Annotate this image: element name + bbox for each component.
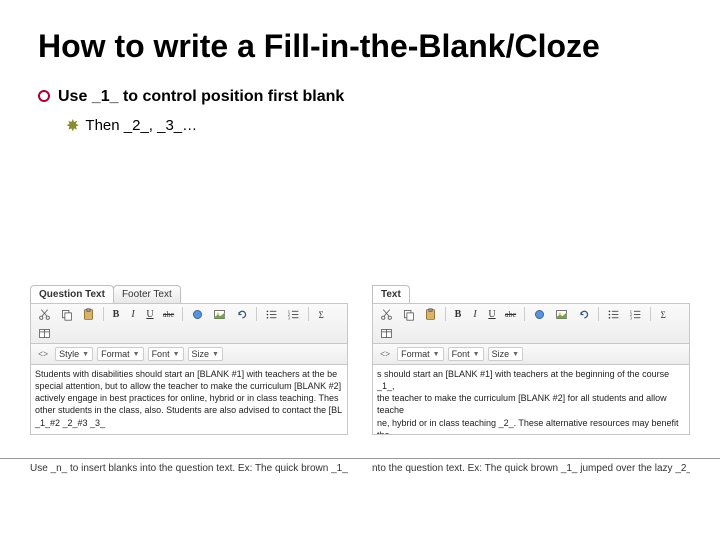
style-dropdown-label: Style — [59, 349, 79, 359]
toolbar-separator — [103, 307, 104, 321]
chevron-down-icon: ▼ — [473, 351, 480, 358]
image-icon[interactable] — [210, 306, 229, 322]
chevron-down-icon: ▼ — [82, 351, 89, 358]
copy-icon[interactable] — [57, 306, 76, 322]
chevron-down-icon: ▼ — [173, 351, 180, 358]
left-tabs: Question Text Footer Text — [30, 285, 348, 303]
bold-button[interactable]: B — [109, 306, 123, 322]
image-icon[interactable] — [552, 306, 571, 322]
size-dropdown-label: Size — [192, 349, 210, 359]
italic-button[interactable]: I — [468, 306, 482, 322]
editor-panels: Question Text Footer Text B I U abc 123 … — [0, 285, 720, 435]
left-toolbar: B I U abc 123 Σ — [30, 303, 348, 344]
cut-icon[interactable] — [377, 306, 396, 322]
underline-button[interactable]: U — [485, 306, 499, 322]
svg-text:Σ: Σ — [661, 309, 666, 319]
font-dropdown[interactable]: Font▼ — [448, 347, 484, 361]
bold-button[interactable]: B — [451, 306, 465, 322]
bullet-2-text: Then _2_, _3_… — [85, 117, 197, 134]
toolbar-separator — [182, 307, 183, 321]
left-editor-panel: Question Text Footer Text B I U abc 123 … — [30, 285, 348, 435]
bullet-list-icon[interactable] — [604, 306, 623, 322]
svg-text:3: 3 — [288, 315, 290, 320]
italic-button[interactable]: I — [126, 306, 140, 322]
chevron-down-icon: ▼ — [212, 351, 219, 358]
html-source-button[interactable]: <> — [377, 346, 393, 362]
tab-footer-text[interactable]: Footer Text — [113, 285, 181, 303]
bullet-list: Use _1_ to control position first blank … — [38, 87, 682, 135]
left-hint-text: Use _n_ to insert blanks into the questi… — [30, 459, 348, 474]
number-list-icon[interactable]: 123 — [284, 306, 303, 322]
star-bullet-icon: ✸ — [66, 119, 79, 135]
chevron-down-icon: ▼ — [433, 351, 440, 358]
format-dropdown-label: Format — [101, 349, 130, 359]
format-dropdown[interactable]: Format▼ — [397, 347, 443, 361]
equation-icon[interactable]: Σ — [314, 306, 333, 322]
number-list-icon[interactable]: 123 — [626, 306, 645, 322]
chevron-down-icon: ▼ — [133, 351, 140, 358]
svg-text:Σ: Σ — [319, 309, 324, 319]
bullet-list-icon[interactable] — [262, 306, 281, 322]
toolbar-separator — [524, 307, 525, 321]
strike-button[interactable]: abc — [160, 306, 177, 322]
size-dropdown[interactable]: Size▼ — [188, 347, 223, 361]
bullet-level-2: ✸ Then _2_, _3_… — [66, 117, 682, 135]
format-dropdown-label: Format — [401, 349, 430, 359]
right-toolbar: B I U abc 123 Σ — [372, 303, 690, 344]
style-dropdown[interactable]: Style▼ — [55, 347, 93, 361]
size-dropdown[interactable]: Size▼ — [488, 347, 523, 361]
cut-icon[interactable] — [35, 306, 54, 322]
right-editor-panel: Text B I U abc 123 Σ <> Format▼ Font▼ — [372, 285, 690, 435]
underline-button[interactable]: U — [143, 306, 157, 322]
copy-icon[interactable] — [399, 306, 418, 322]
link-icon[interactable] — [530, 306, 549, 322]
circle-bullet-icon — [38, 90, 50, 102]
table-icon[interactable] — [377, 325, 396, 341]
slide-title: How to write a Fill-in-the-Blank/Cloze — [38, 28, 682, 65]
font-dropdown-label: Font — [452, 349, 470, 359]
right-hint-text: nto the question text. Ex: The quick bro… — [372, 459, 690, 474]
format-dropdown[interactable]: Format▼ — [97, 347, 143, 361]
toolbar-separator — [445, 307, 446, 321]
tab-question-text[interactable]: Question Text — [30, 285, 114, 303]
chevron-down-icon: ▼ — [512, 351, 519, 358]
paste-icon[interactable] — [79, 306, 98, 322]
left-editor-textarea[interactable]: Students with disabilities should start … — [30, 365, 348, 435]
right-toolbar-row2: <> Format▼ Font▼ Size▼ — [372, 344, 690, 365]
svg-text:3: 3 — [630, 315, 632, 320]
left-toolbar-row2: <> Style▼ Format▼ Font▼ Size▼ — [30, 344, 348, 365]
strike-button[interactable]: abc — [502, 306, 519, 322]
toolbar-separator — [598, 307, 599, 321]
font-dropdown[interactable]: Font▼ — [148, 347, 184, 361]
right-editor-textarea[interactable]: s should start an [BLANK #1] with teache… — [372, 365, 690, 435]
size-dropdown-label: Size — [492, 349, 510, 359]
html-source-button[interactable]: <> — [35, 346, 51, 362]
table-icon[interactable] — [35, 325, 54, 341]
right-tabs: Text — [372, 285, 690, 303]
toolbar-separator — [308, 307, 309, 321]
tab-text[interactable]: Text — [372, 285, 410, 303]
undo-icon[interactable] — [574, 306, 593, 322]
bullet-1-text: Use _1_ to control position first blank — [58, 87, 344, 107]
bullet-level-1: Use _1_ to control position first blank — [38, 87, 682, 107]
paste-icon[interactable] — [421, 306, 440, 322]
toolbar-separator — [256, 307, 257, 321]
link-icon[interactable] — [188, 306, 207, 322]
font-dropdown-label: Font — [152, 349, 170, 359]
hint-row: Use _n_ to insert blanks into the questi… — [0, 458, 720, 474]
equation-icon[interactable]: Σ — [656, 306, 675, 322]
undo-icon[interactable] — [232, 306, 251, 322]
toolbar-separator — [650, 307, 651, 321]
